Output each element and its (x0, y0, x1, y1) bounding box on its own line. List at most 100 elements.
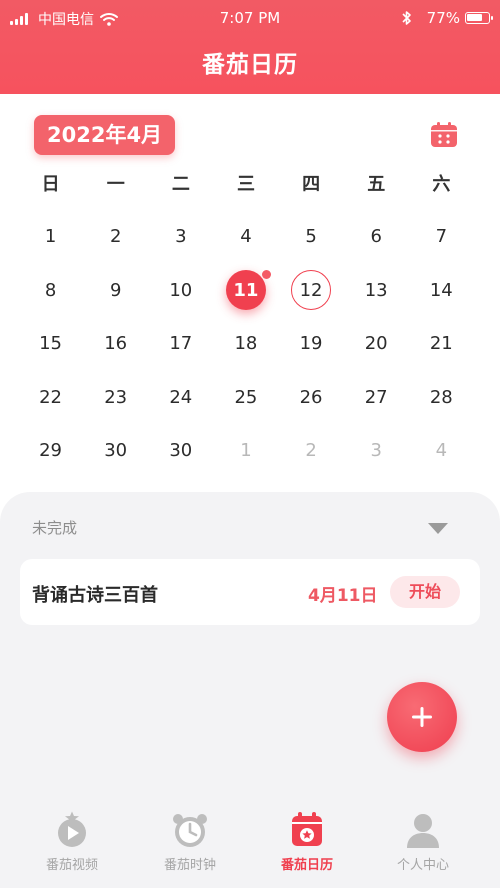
calendar-grid: 1 2 3 4 5 6 7 8 9 10 11 12 13 14 15 16 17 18 19 20 21 22 23 24 2… (18, 210, 474, 478)
add-task-button[interactable] (387, 682, 457, 752)
day-number: 16 (104, 333, 128, 355)
day-number: 2 (305, 440, 317, 462)
battery-percent: 77% (426, 9, 460, 27)
start-button[interactable]: 开始 (390, 576, 460, 608)
tab-video[interactable]: 番茄视频 (27, 810, 117, 873)
triangle-down-icon[interactable] (427, 522, 449, 535)
section-label-incomplete: 未完成 (32, 519, 78, 537)
calendar-day[interactable]: 15 (18, 317, 83, 371)
tab-profile[interactable]: 个人中心 (378, 810, 468, 873)
day-number: 5 (305, 226, 317, 248)
day-number: 14 (429, 279, 453, 301)
calendar-day[interactable]: 27 (344, 371, 409, 425)
tab-label: 番茄时钟 (163, 858, 216, 873)
day-number: 4 (435, 440, 448, 462)
calendar-day[interactable]: 25 (213, 371, 278, 425)
weekday-header: 日一二三四五六 (18, 170, 474, 196)
calendar-week-row: 8 9 10 11 12 13 14 (18, 264, 474, 318)
battery-fill (467, 14, 482, 21)
weekday-label: 二 (171, 174, 190, 195)
weekday-label: 日 (41, 174, 60, 195)
calendar-day[interactable]: 3 (148, 210, 213, 264)
calendar-week-row: 29 30 30 1 2 3 4 (18, 424, 474, 478)
day-number: 19 (299, 333, 323, 355)
calendar-day-next-month[interactable]: 2 (279, 424, 344, 478)
calendar-day[interactable]: 30 (148, 424, 213, 478)
calendar-day[interactable]: 4 (213, 210, 278, 264)
calendar-day[interactable]: 18 (213, 317, 278, 371)
tab-clock[interactable]: 番茄时钟 (145, 810, 235, 873)
calendar-day-today[interactable]: 12 (279, 264, 344, 318)
calendar-day[interactable]: 2 (83, 210, 148, 264)
day-number: 11 (233, 279, 259, 301)
calendar-day[interactable]: 10 (148, 264, 213, 318)
day-number: 3 (175, 226, 187, 248)
calendar-day[interactable]: 13 (344, 264, 409, 318)
calendar-day[interactable]: 28 (409, 371, 474, 425)
day-number: 21 (429, 333, 453, 355)
day-number: 9 (109, 279, 122, 301)
day-number: 1 (44, 226, 57, 248)
weekday-label: 四 (302, 174, 321, 195)
task-indicator-dot (262, 269, 272, 279)
day-number: 17 (169, 333, 193, 355)
calendar-day[interactable]: 6 (344, 210, 409, 264)
task-name: 背诵古诗三百首 (32, 585, 158, 606)
calendar-day[interactable]: 9 (83, 264, 148, 318)
weekday-label: 六 (432, 174, 451, 195)
user-icon (407, 814, 439, 848)
day-number: 10 (169, 279, 193, 301)
weekday-label: 一 (106, 174, 125, 195)
day-number: 8 (44, 279, 57, 301)
tab-label: 番茄日历 (280, 858, 333, 873)
calendar-day[interactable]: 14 (409, 264, 474, 318)
calendar-day[interactable]: 26 (279, 371, 344, 425)
weekday-label: 五 (367, 174, 386, 195)
calendar-day[interactable]: 21 (409, 317, 474, 371)
day-number: 6 (370, 226, 382, 248)
calendar-day[interactable]: 19 (279, 317, 344, 371)
day-number: 3 (370, 440, 382, 462)
status-bar: 中国电信 7:07 PM 77% (0, 0, 500, 36)
day-number: 30 (169, 440, 193, 462)
header: 中国电信 7:07 PM 77% 番茄日历 (0, 0, 500, 94)
calendar-day[interactable]: 17 (148, 317, 213, 371)
calendar-day[interactable]: 29 (18, 424, 83, 478)
calendar-day-next-month[interactable]: 1 (213, 424, 278, 478)
calendar-day[interactable]: 22 (18, 371, 83, 425)
task-card[interactable]: 背诵古诗三百首 4月11日 开始 (20, 559, 480, 625)
calendar-day[interactable]: 24 (148, 371, 213, 425)
day-number: 30 (104, 440, 128, 462)
alarm-clock-icon (173, 814, 207, 847)
calendar-day[interactable]: 20 (344, 317, 409, 371)
tab-calendar[interactable]: 番茄日历 (262, 810, 352, 873)
calendar-week-row: 1 2 3 4 5 6 7 (18, 210, 474, 264)
calendar-day[interactable]: 16 (83, 317, 148, 371)
calendar-day[interactable]: 5 (279, 210, 344, 264)
month-label[interactable]: 2022年4月 (34, 115, 176, 155)
calendar-day[interactable]: 23 (83, 371, 148, 425)
calendar-day[interactable]: 7 (409, 210, 474, 264)
day-number: 25 (234, 386, 258, 408)
day-number: 23 (104, 386, 128, 408)
calendar-star-icon (292, 812, 322, 846)
tab-label: 个人中心 (396, 858, 449, 873)
calendar-day-next-month[interactable]: 4 (409, 424, 474, 478)
bluetooth-icon (402, 11, 411, 25)
calendar-day-selected[interactable]: 11 (213, 264, 278, 318)
calendar-picker-icon[interactable] (429, 121, 459, 149)
tab-bar: 番茄视频 番茄时钟 番茄日历 个人中心 (0, 800, 500, 888)
day-number: 24 (169, 386, 193, 408)
calendar-day[interactable]: 8 (18, 264, 83, 318)
calendar-day-next-month[interactable]: 3 (344, 424, 409, 478)
day-number: 29 (39, 440, 63, 462)
tab-label: 番茄视频 (45, 858, 98, 873)
calendar-day[interactable]: 30 (83, 424, 148, 478)
plus-icon (412, 707, 432, 727)
page-title: 番茄日历 (202, 52, 298, 78)
battery-icon (465, 12, 493, 24)
calendar-week-row: 22 23 24 25 26 27 28 (18, 371, 474, 425)
day-number: 13 (364, 279, 388, 301)
calendar-day[interactable]: 1 (18, 210, 83, 264)
day-number: 12 (299, 279, 323, 301)
